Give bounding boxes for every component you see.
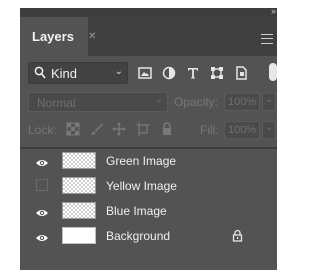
tab-layers-label: Layers — [32, 29, 74, 44]
filter-toggle[interactable] — [269, 63, 277, 81]
blend-mode-value: Normal — [37, 96, 76, 110]
layer-thumbnail — [62, 202, 96, 219]
filter-kind-select[interactable]: Kind ⌄ — [28, 62, 128, 84]
opacity-label: Opacity: — [174, 95, 219, 109]
opacity-value: 100% — [228, 96, 257, 108]
layer-name[interactable]: Blue Image — [106, 204, 167, 218]
lock-icon[interactable] — [232, 229, 243, 242]
chevron-down-icon: ⌄ — [114, 66, 123, 77]
visibility-off-box[interactable] — [36, 179, 48, 191]
panel-top-strip: ›› — [20, 6, 277, 17]
layers-list: Green Image Yellow Image Blue Image Back… — [20, 149, 277, 249]
layer-thumbnail — [62, 177, 96, 194]
panel-tab-bar: Layers ✕ — [20, 17, 277, 56]
search-icon — [34, 66, 46, 83]
blend-row: Normal ⌄ Opacity: 100% ⌄ — [20, 90, 277, 114]
type-filter-icon[interactable] — [185, 65, 201, 81]
lock-artboard-icon[interactable] — [136, 122, 150, 136]
layer-thumbnail — [62, 152, 96, 169]
eye-icon[interactable] — [35, 230, 49, 241]
image-filter-icon[interactable] — [137, 65, 153, 81]
layers-panel: ›› Layers ✕ Kind ⌄ Normal ⌄ Opacity: 100… — [20, 6, 277, 270]
lock-label: Lock: — [28, 123, 57, 137]
shape-filter-icon[interactable] — [209, 65, 225, 81]
chevron-down-icon: ⌄ — [265, 122, 274, 133]
layer-row-blue-image[interactable]: Blue Image — [20, 199, 277, 223]
fill-field[interactable]: 100% — [224, 121, 260, 139]
layer-row-yellow-image[interactable]: Yellow Image — [20, 174, 277, 198]
lock-image-pixels-icon[interactable] — [90, 122, 104, 136]
filter-row: Kind ⌄ — [20, 56, 277, 88]
layer-name[interactable]: Green Image — [106, 154, 176, 168]
blend-mode-select[interactable]: Normal ⌄ — [28, 92, 168, 112]
opacity-field[interactable]: 100% — [224, 93, 260, 111]
layer-name[interactable]: Yellow Image — [106, 179, 177, 193]
tab-layers[interactable]: Layers — [20, 17, 88, 56]
layer-thumbnail — [62, 227, 96, 244]
fill-label: Fill: — [200, 123, 219, 137]
collapse-panel-icon[interactable]: ›› — [271, 6, 276, 16]
chevron-down-icon: ⌄ — [154, 94, 163, 105]
lock-all-icon[interactable] — [160, 122, 174, 136]
panel-menu-icon[interactable] — [261, 34, 273, 44]
lock-transparent-pixels-icon[interactable] — [66, 122, 80, 136]
lock-row: Lock: Fill: 100% ⌄ — [20, 118, 277, 142]
eye-icon[interactable] — [35, 155, 49, 166]
eye-icon[interactable] — [35, 205, 49, 216]
opacity-dropdown[interactable]: ⌄ — [262, 93, 276, 111]
lock-position-icon[interactable] — [112, 122, 126, 136]
fill-dropdown[interactable]: ⌄ — [262, 121, 276, 139]
smart-object-filter-icon[interactable] — [233, 65, 249, 81]
adjustment-filter-icon[interactable] — [161, 65, 177, 81]
layer-name[interactable]: Background — [106, 229, 170, 243]
layer-row-green-image[interactable]: Green Image — [20, 149, 277, 173]
chevron-down-icon: ⌄ — [265, 94, 274, 105]
fill-value: 100% — [228, 124, 257, 136]
filter-kind-label: Kind — [51, 66, 78, 81]
close-tab-icon[interactable]: ✕ — [88, 32, 98, 42]
layer-row-background[interactable]: Background — [20, 224, 277, 248]
